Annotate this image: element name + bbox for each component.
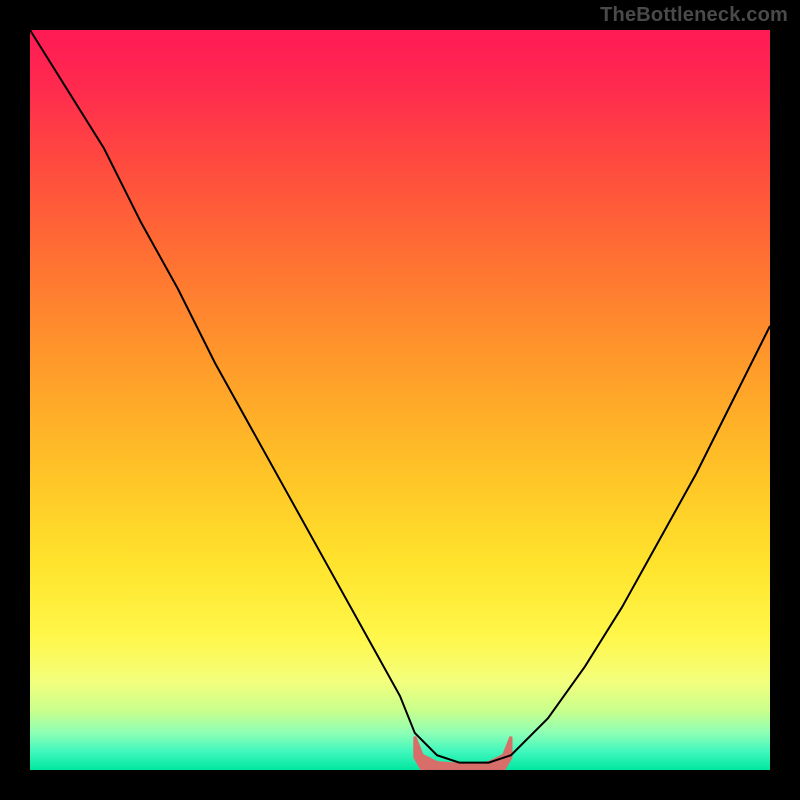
bottleneck-chart xyxy=(30,30,770,770)
gradient-background xyxy=(30,30,770,770)
chart-svg xyxy=(30,30,770,770)
chart-frame: TheBottleneck.com xyxy=(0,0,800,800)
watermark-label: TheBottleneck.com xyxy=(600,4,788,27)
